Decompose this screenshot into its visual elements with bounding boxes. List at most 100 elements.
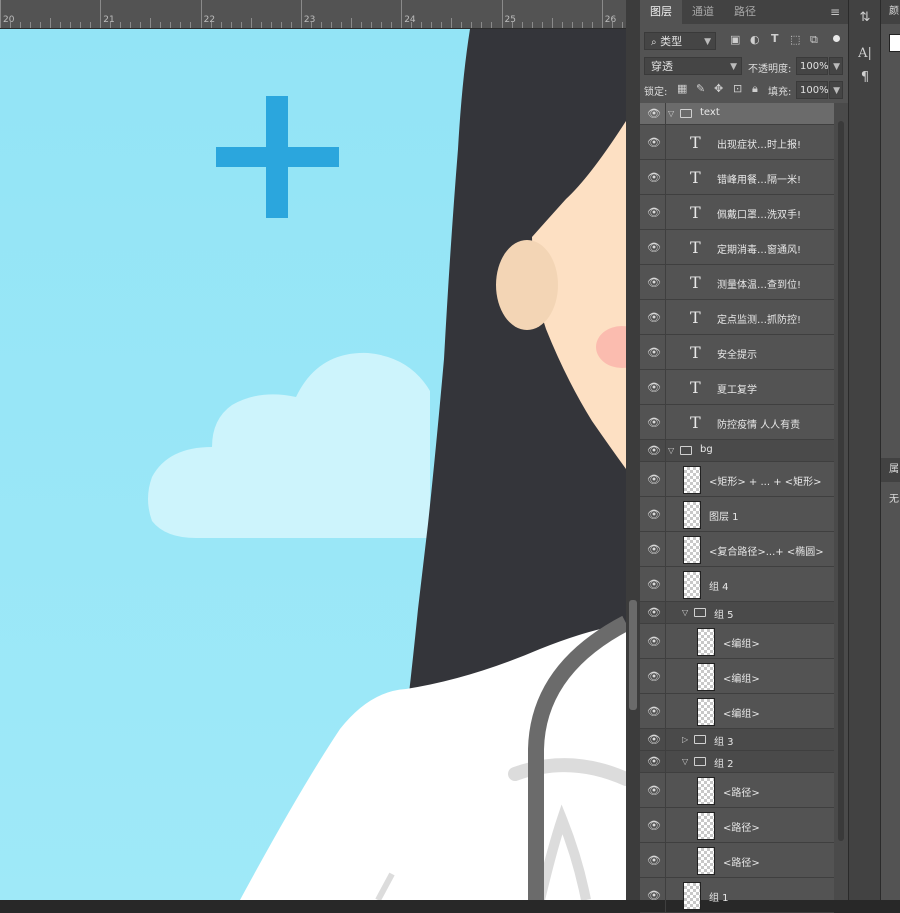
- layer-name: 定期消毒…窗通风!: [717, 245, 802, 256]
- ruler-minor-tick: [571, 22, 573, 28]
- layer-row[interactable]: 👁︎ <编组>: [640, 659, 834, 694]
- chevron-down-icon[interactable]: ▽: [668, 446, 674, 455]
- chevron-down-icon[interactable]: ▽: [682, 608, 688, 617]
- layer-row[interactable]: 👁︎ T 测量体温…查到位!: [640, 265, 834, 300]
- layer-row[interactable]: 👁︎ <矩形> + ... + <矩形>: [640, 462, 834, 497]
- visibility-eye-icon[interactable]: 👁︎: [646, 854, 662, 867]
- visibility-eye-icon[interactable]: 👁︎: [646, 473, 662, 486]
- filter-smart-object-icon[interactable]: ⧉: [810, 33, 818, 47]
- ruler-label: 24: [404, 15, 416, 25]
- visibility-eye-icon[interactable]: 👁︎: [646, 311, 662, 324]
- document-canvas[interactable]: [0, 29, 626, 900]
- visibility-eye-icon[interactable]: 👁︎: [646, 508, 662, 521]
- filter-type-icon[interactable]: T: [771, 32, 779, 45]
- layer-row[interactable]: 👁︎ 组 1: [640, 878, 834, 913]
- layer-group-row[interactable]: 👁︎ ▽ 组 2: [640, 751, 834, 773]
- visibility-eye-icon[interactable]: 👁︎: [646, 635, 662, 648]
- filter-toggle-icon[interactable]: [833, 35, 840, 42]
- lock-paint-icon[interactable]: ✎: [696, 82, 705, 95]
- tab-channels[interactable]: 通道: [682, 0, 724, 24]
- layer-row[interactable]: 👁︎ 组 4: [640, 567, 834, 602]
- visibility-eye-icon[interactable]: 👁︎: [646, 171, 662, 184]
- layer-row[interactable]: 👁︎ 图层 1: [640, 497, 834, 532]
- visibility-eye-icon[interactable]: 👁︎: [646, 819, 662, 832]
- column-divider: [665, 103, 666, 124]
- visibility-eye-icon[interactable]: 👁︎: [646, 107, 662, 120]
- visibility-eye-icon[interactable]: 👁︎: [646, 206, 662, 219]
- ruler-minor-tick: [210, 22, 212, 28]
- layer-name: <路径>: [723, 788, 760, 799]
- visibility-eye-icon[interactable]: 👁︎: [646, 606, 662, 619]
- foreground-color-swatch[interactable]: [889, 34, 900, 52]
- visibility-eye-icon[interactable]: 👁︎: [646, 543, 662, 556]
- layer-row[interactable]: 👁︎ <复合路径>...+ <椭圆>: [640, 532, 834, 567]
- ruler-minor-tick: [581, 22, 583, 28]
- visibility-eye-icon[interactable]: 👁︎: [646, 733, 662, 746]
- canvas-vertical-scrollbar[interactable]: [626, 0, 640, 900]
- layer-row[interactable]: 👁︎ T 出现症状…时上报!: [640, 125, 834, 160]
- filter-kind-select[interactable]: ⌕ 类型 ▼: [644, 32, 716, 50]
- search-icon: ⌕: [651, 37, 657, 48]
- layer-row[interactable]: 👁︎ T 夏工复学: [640, 370, 834, 405]
- visibility-eye-icon[interactable]: 👁︎: [646, 755, 662, 768]
- layer-row[interactable]: 👁︎ T 定期消毒…窗通风!: [640, 230, 834, 265]
- tab-layers[interactable]: 图层: [640, 0, 682, 24]
- visibility-eye-icon[interactable]: 👁︎: [646, 276, 662, 289]
- character-icon[interactable]: A|: [849, 46, 881, 61]
- fill-input[interactable]: 100%: [796, 81, 829, 99]
- visibility-eye-icon[interactable]: 👁︎: [646, 444, 662, 457]
- layer-row[interactable]: 👁︎ <路径>: [640, 773, 834, 808]
- ruler-minor-tick: [180, 22, 182, 28]
- layer-row[interactable]: 👁︎ T 防控疫情 人人有责: [640, 405, 834, 440]
- layer-row[interactable]: 👁︎ <路径>: [640, 808, 834, 843]
- layer-group-row[interactable]: 👁︎ ▷ 组 3: [640, 729, 834, 751]
- layer-group-row[interactable]: 👁︎ ▽ bg: [640, 440, 834, 462]
- visibility-eye-icon[interactable]: 👁︎: [646, 346, 662, 359]
- visibility-eye-icon[interactable]: 👁︎: [646, 705, 662, 718]
- visibility-eye-icon[interactable]: 👁︎: [646, 381, 662, 394]
- visibility-eye-icon[interactable]: 👁︎: [646, 670, 662, 683]
- column-divider: [665, 497, 666, 531]
- filter-shape-icon[interactable]: ⬚: [790, 33, 800, 46]
- opacity-input[interactable]: 100%: [796, 57, 829, 75]
- filter-adjustment-icon[interactable]: ◐: [750, 33, 760, 46]
- layer-row[interactable]: 👁︎ T 错峰用餐…隔一米!: [640, 160, 834, 195]
- lock-all-icon[interactable]: 🔒︎: [752, 82, 758, 96]
- layer-group-row[interactable]: 👁︎ ▽ text: [640, 103, 834, 125]
- visibility-eye-icon[interactable]: 👁︎: [646, 784, 662, 797]
- ruler-minor-tick: [10, 22, 11, 28]
- ruler-minor-tick: [370, 22, 372, 28]
- layer-group-row[interactable]: 👁︎ ▽ 组 5: [640, 602, 834, 624]
- layers-scrollbar[interactable]: [834, 103, 848, 900]
- tab-paths[interactable]: 路径: [724, 0, 766, 24]
- layer-row[interactable]: 👁︎ T 佩戴口罩…洗双手!: [640, 195, 834, 230]
- layer-row[interactable]: 👁︎ T 定点监测…抓防控!: [640, 300, 834, 335]
- scroll-thumb[interactable]: [629, 600, 637, 710]
- visibility-eye-icon[interactable]: 👁︎: [646, 241, 662, 254]
- panel-menu-icon[interactable]: ≡: [830, 5, 840, 19]
- filter-image-icon[interactable]: ▣: [730, 33, 740, 46]
- opacity-dropdown[interactable]: ▼: [829, 57, 843, 75]
- layer-row[interactable]: 👁︎ <路径>: [640, 843, 834, 878]
- visibility-eye-icon[interactable]: 👁︎: [646, 578, 662, 591]
- chevron-down-icon[interactable]: ▽: [668, 109, 674, 118]
- fill-dropdown[interactable]: ▼: [829, 81, 843, 99]
- visibility-eye-icon[interactable]: 👁︎: [646, 136, 662, 149]
- blend-mode-select[interactable]: 穿透 ▼: [644, 57, 742, 75]
- layer-row[interactable]: 👁︎ <编组>: [640, 624, 834, 659]
- tab-properties[interactable]: 属: [881, 458, 900, 482]
- chevron-right-icon[interactable]: ▷: [682, 735, 688, 744]
- scroll-thumb[interactable]: [838, 121, 844, 841]
- layer-name: <复合路径>...+ <椭圆>: [709, 547, 824, 558]
- layer-row[interactable]: 👁︎ <编组>: [640, 694, 834, 729]
- layer-row[interactable]: 👁︎ T 安全提示: [640, 335, 834, 370]
- lock-transparent-icon[interactable]: ▦: [677, 82, 687, 95]
- column-divider: [665, 808, 666, 842]
- lock-artboard-icon[interactable]: ⊡: [733, 82, 742, 95]
- chevron-down-icon[interactable]: ▽: [682, 757, 688, 766]
- tab-color[interactable]: 颜: [881, 0, 900, 24]
- history-icon[interactable]: ⇅: [849, 10, 881, 25]
- visibility-eye-icon[interactable]: 👁︎: [646, 416, 662, 429]
- paragraph-icon[interactable]: ¶: [849, 70, 881, 85]
- lock-position-icon[interactable]: ✥: [714, 82, 723, 95]
